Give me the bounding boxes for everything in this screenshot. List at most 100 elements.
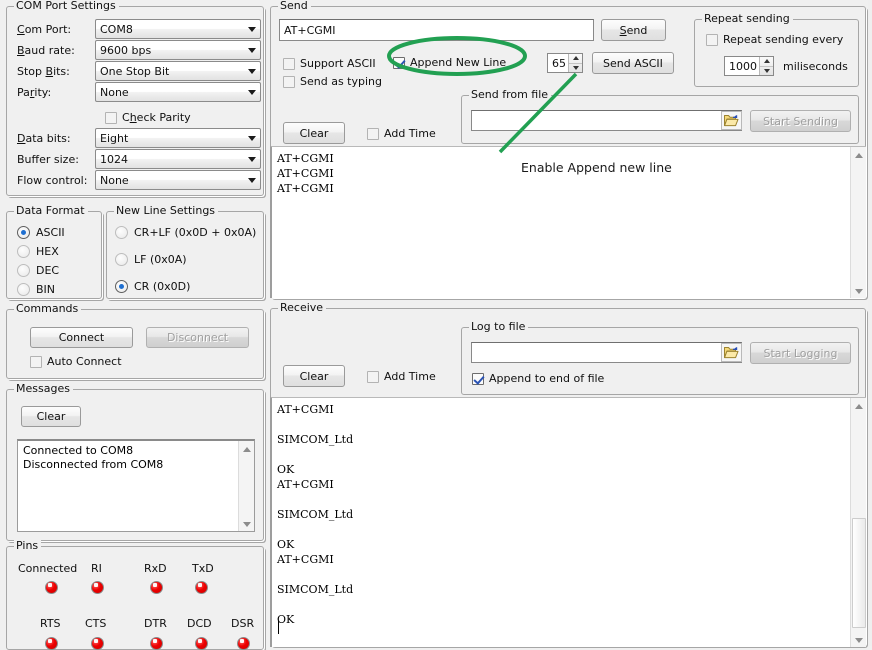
- spinner-buttons[interactable]: [759, 57, 773, 75]
- messages-scrollbar[interactable]: [238, 441, 254, 532]
- folder-open-icon: [724, 114, 739, 127]
- receive-add-time-checkbox[interactable]: Add Time: [367, 370, 436, 383]
- spinner-down-icon[interactable]: [569, 64, 582, 73]
- receive-log[interactable]: AT+CGMI SIMCOM_Ltd OK AT+CGMI SIMCOM_Ltd…: [270, 397, 866, 647]
- connect-button[interactable]: Connect: [30, 327, 133, 348]
- auto-connect-label: Auto Connect: [47, 355, 122, 368]
- append-new-line-checkbox[interactable]: Append New Line: [393, 56, 506, 69]
- messages-clear-button[interactable]: Clear: [21, 406, 81, 427]
- send-from-file-browse-button[interactable]: [721, 111, 742, 130]
- send-from-file-path-input[interactable]: [471, 110, 742, 131]
- data-format-option-bin[interactable]: BIN: [17, 283, 55, 296]
- new-line-option-cr[interactable]: CR (0x0D): [115, 280, 190, 293]
- send-from-file-title: Send from file: [469, 89, 551, 101]
- checkbox-box: [393, 57, 405, 69]
- log-to-file-path-input[interactable]: [471, 342, 742, 363]
- pin-led-dtr: [150, 637, 163, 650]
- messages-log-text: Connected to COM8 Disconnected from COM8: [23, 444, 234, 472]
- com-port-combo[interactable]: COM8: [95, 19, 261, 39]
- data-bits-label: Data bits:: [17, 132, 71, 145]
- auto-connect-checkbox[interactable]: Auto Connect: [30, 355, 122, 368]
- send-button[interactable]: Send: [601, 19, 666, 41]
- radio-ring: [17, 264, 30, 277]
- data-format-option-hex[interactable]: HEX: [17, 245, 59, 258]
- commands-group: Commands Connect Disconnect Auto Connect: [6, 309, 264, 379]
- pin-label-txd: TxD: [192, 562, 214, 575]
- send-add-time-checkbox[interactable]: Add Time: [367, 127, 436, 140]
- check-parity-checkbox[interactable]: Check Parity: [105, 111, 191, 124]
- spinner-down-icon[interactable]: [760, 67, 773, 76]
- scroll-up-icon[interactable]: [851, 398, 866, 414]
- text-caret: [278, 620, 279, 634]
- radio-label: DEC: [36, 264, 59, 277]
- receive-log-scrollbar[interactable]: [850, 398, 866, 647]
- radio-label: CR (0x0D): [134, 280, 190, 293]
- messages-group: Messages Clear Connected to COM8 Disconn…: [6, 389, 264, 541]
- messages-title: Messages: [14, 383, 73, 395]
- parity-combo[interactable]: None: [95, 82, 261, 102]
- radio-ring: [17, 245, 30, 258]
- ascii-code-spinner[interactable]: 65: [547, 53, 583, 73]
- chevron-down-icon[interactable]: [243, 41, 260, 59]
- flow-control-combo[interactable]: None: [95, 170, 261, 190]
- support-ascii-checkbox[interactable]: Support ASCII: [283, 57, 376, 70]
- buffer-size-value: 1024: [96, 153, 243, 166]
- scroll-up-icon[interactable]: [239, 441, 255, 457]
- pins-group: Pins Connected RI RxD TxD RTS CTS DTR DC…: [6, 546, 264, 650]
- checkbox-box: [706, 34, 718, 46]
- checkbox-box: [472, 373, 484, 385]
- scrollbar-thumb[interactable]: [852, 518, 866, 628]
- repeat-interval-value: 1000: [725, 57, 759, 75]
- scroll-down-icon[interactable]: [851, 632, 866, 647]
- send-log-scrollbar[interactable]: [850, 147, 866, 298]
- repeat-sending-checkbox[interactable]: Repeat sending every: [706, 33, 843, 46]
- send-command-input[interactable]: AT+CGMI: [279, 19, 594, 41]
- repeat-interval-spinner[interactable]: 1000: [724, 56, 774, 76]
- stop-bits-label: Stop Bits:: [17, 65, 70, 78]
- data-format-option-dec[interactable]: DEC: [17, 264, 59, 277]
- data-format-option-ascii[interactable]: ASCII: [17, 226, 65, 239]
- pin-label-cts: CTS: [85, 617, 106, 630]
- chevron-down-icon[interactable]: [243, 150, 260, 168]
- buffer-size-combo[interactable]: 1024: [95, 149, 261, 169]
- radio-ring: [115, 226, 128, 239]
- disconnect-button[interactable]: Disconnect: [146, 327, 249, 348]
- send-group: Send AT+CGMI Send Support ASCII Send as …: [270, 6, 866, 298]
- baud-rate-combo[interactable]: 9600 bps: [95, 40, 261, 60]
- spinner-buttons[interactable]: [568, 54, 582, 72]
- receive-clear-button[interactable]: Clear: [283, 365, 345, 387]
- spinner-up-icon[interactable]: [760, 57, 773, 67]
- scroll-up-icon[interactable]: [851, 147, 866, 163]
- scroll-down-icon[interactable]: [851, 283, 866, 298]
- append-to-end-of-file-checkbox[interactable]: Append to end of file: [472, 372, 604, 385]
- send-ascii-button[interactable]: Send ASCII: [592, 52, 674, 74]
- repeat-sending-label: Repeat sending every: [723, 33, 843, 46]
- serial-terminal-window: COM Port Settings Com Port: COM8 Baud ra…: [0, 0, 872, 646]
- chevron-down-icon[interactable]: [243, 20, 260, 38]
- new-line-option-lf[interactable]: LF (0x0A): [115, 253, 187, 266]
- receive-log-text: AT+CGMI SIMCOM_Ltd OK AT+CGMI SIMCOM_Ltd…: [277, 402, 846, 627]
- stop-bits-combo[interactable]: One Stop Bit: [95, 61, 261, 81]
- checkbox-box: [283, 76, 295, 88]
- pin-led-dsr: [237, 637, 250, 650]
- messages-log[interactable]: Connected to COM8 Disconnected from COM8: [17, 439, 255, 532]
- chevron-down-icon[interactable]: [243, 171, 260, 189]
- spinner-up-icon[interactable]: [569, 54, 582, 64]
- pin-led-rxd: [150, 581, 163, 594]
- check-parity-label: Check Parity: [122, 111, 191, 124]
- parity-value: None: [96, 86, 243, 99]
- pin-label-ri: RI: [91, 562, 102, 575]
- chevron-down-icon[interactable]: [243, 62, 260, 80]
- data-bits-combo[interactable]: Eight: [95, 128, 261, 148]
- chevron-down-icon[interactable]: [243, 129, 260, 147]
- start-sending-button[interactable]: Start Sending: [750, 110, 851, 132]
- new-line-option-crlf[interactable]: CR+LF (0x0D + 0x0A): [115, 226, 256, 239]
- send-clear-button[interactable]: Clear: [283, 122, 345, 144]
- chevron-down-icon[interactable]: [243, 83, 260, 101]
- ascii-code-value: 65: [548, 54, 568, 72]
- repeat-unit-label: miliseconds: [783, 60, 848, 73]
- scroll-down-icon[interactable]: [239, 516, 255, 532]
- start-logging-button[interactable]: Start Logging: [750, 342, 851, 364]
- send-as-typing-checkbox[interactable]: Send as typing: [283, 75, 382, 88]
- log-to-file-browse-button[interactable]: [721, 343, 742, 362]
